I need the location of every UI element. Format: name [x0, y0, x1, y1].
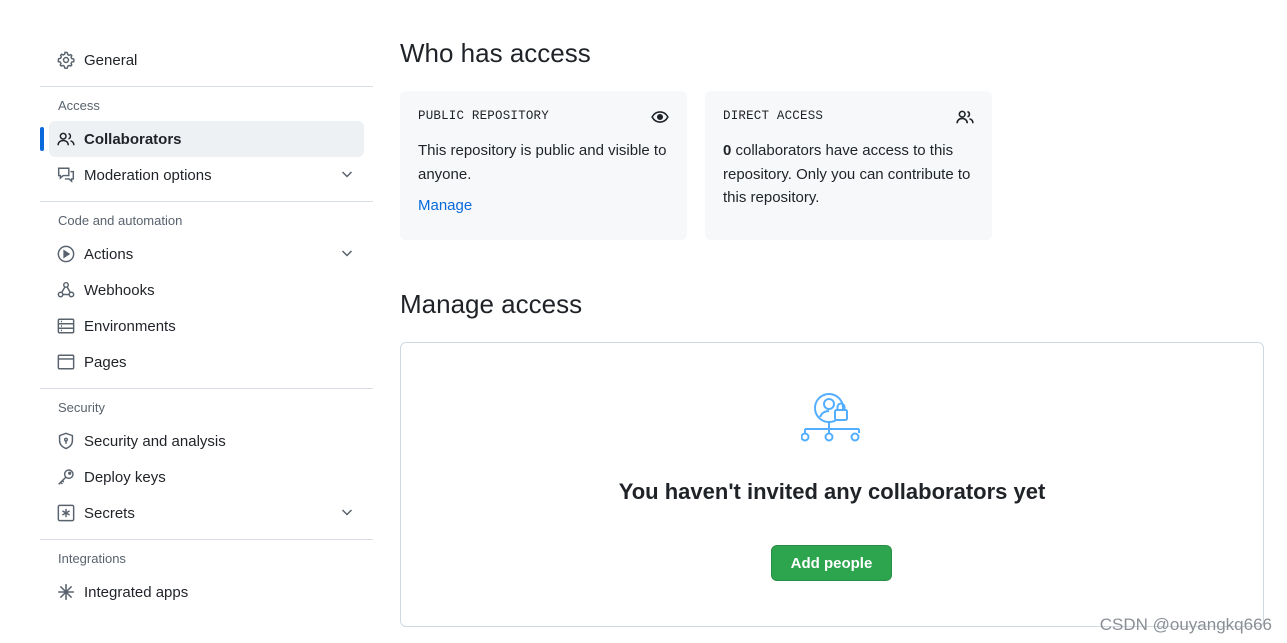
card-body-text: collaborators have access to this reposi…	[723, 142, 971, 206]
sidebar-item-moderation-options[interactable]: Moderation options	[49, 157, 364, 193]
sidebar-item-label: Integrated apps	[84, 583, 189, 601]
sidebar-group-heading: Security	[58, 400, 105, 415]
gear-icon	[57, 51, 75, 69]
card-caption: PUBLIC REPOSITORY	[418, 109, 549, 123]
sidebar-divider	[40, 86, 373, 87]
sidebar-item-label: Environments	[84, 317, 176, 335]
sidebar-divider	[40, 539, 373, 540]
webhook-icon	[57, 281, 75, 299]
sidebar-item-general[interactable]: General	[49, 42, 364, 78]
sidebar-item-secrets[interactable]: Secrets	[49, 495, 364, 531]
apps-icon	[57, 583, 75, 601]
settings-sidebar: General Access Collaborators Moderation …	[40, 42, 373, 610]
card-body: 0 collaborators have access to this repo…	[723, 139, 974, 210]
sidebar-divider	[40, 388, 373, 389]
settings-page: General Access Collaborators Moderation …	[0, 0, 1287, 643]
asterisk-icon	[57, 504, 75, 522]
sidebar-item-label: Webhooks	[84, 281, 155, 299]
people-icon	[57, 130, 75, 148]
sidebar-item-security-analysis[interactable]: Security and analysis	[49, 423, 364, 459]
chevron-down-icon[interactable]	[339, 166, 355, 182]
key-icon	[57, 468, 75, 486]
sidebar-item-environments[interactable]: Environments	[49, 308, 364, 344]
chevron-down-icon[interactable]	[339, 504, 355, 520]
sidebar-item-deploy-keys[interactable]: Deploy keys	[49, 459, 364, 495]
sidebar-item-integrated-apps[interactable]: Integrated apps	[49, 574, 364, 610]
direct-access-card: DIRECT ACCESS 0 collaborators have acces…	[705, 91, 992, 240]
manage-access-box: You haven't invited any collaborators ye…	[400, 342, 1264, 627]
sidebar-divider	[40, 201, 373, 202]
sidebar-item-label: General	[84, 51, 138, 69]
card-body: This repository is public and visible to…	[418, 142, 667, 183]
browser-icon	[57, 353, 75, 371]
card-caption: DIRECT ACCESS	[723, 109, 824, 123]
play-icon	[57, 245, 75, 263]
empty-state-message: You haven't invited any collaborators ye…	[618, 479, 1046, 504]
sidebar-item-label: Moderation options	[84, 166, 212, 184]
sidebar-group-heading: Integrations	[58, 551, 126, 566]
eye-icon	[651, 111, 669, 123]
sidebar-item-pages[interactable]: Pages	[49, 344, 364, 380]
sidebar-item-label: Security and analysis	[84, 432, 226, 450]
manage-access-heading: Manage access	[400, 289, 583, 319]
access-cards: PUBLIC REPOSITORY This repository is pub…	[400, 91, 992, 240]
server-icon	[57, 317, 75, 335]
shield-icon	[57, 432, 75, 450]
chevron-down-icon[interactable]	[339, 245, 355, 261]
sidebar-item-label: Secrets	[84, 504, 135, 522]
sidebar-item-label: Collaborators	[84, 130, 182, 148]
sidebar-item-label: Actions	[84, 245, 134, 263]
sidebar-item-collaborators[interactable]: Collaborators	[40, 121, 364, 157]
watermark-text: CSDN @ouyangkq666	[1099, 615, 1272, 634]
sidebar-group-heading: Access	[58, 98, 100, 113]
people-icon	[956, 110, 974, 124]
collaborators-lock-illustration-icon	[801, 393, 860, 442]
comment-discussion-icon	[57, 166, 75, 184]
manage-link[interactable]: Manage	[418, 197, 472, 214]
add-people-button[interactable]: Add people	[771, 545, 892, 581]
sidebar-item-label: Deploy keys	[84, 468, 166, 486]
sidebar-item-actions[interactable]: Actions	[49, 236, 364, 272]
sidebar-group-heading: Code and automation	[58, 213, 183, 228]
who-has-access-heading: Who has access	[400, 38, 591, 68]
sidebar-item-webhooks[interactable]: Webhooks	[49, 272, 364, 308]
public-repository-card: PUBLIC REPOSITORY This repository is pub…	[400, 91, 687, 240]
sidebar-item-label: Pages	[84, 353, 127, 371]
